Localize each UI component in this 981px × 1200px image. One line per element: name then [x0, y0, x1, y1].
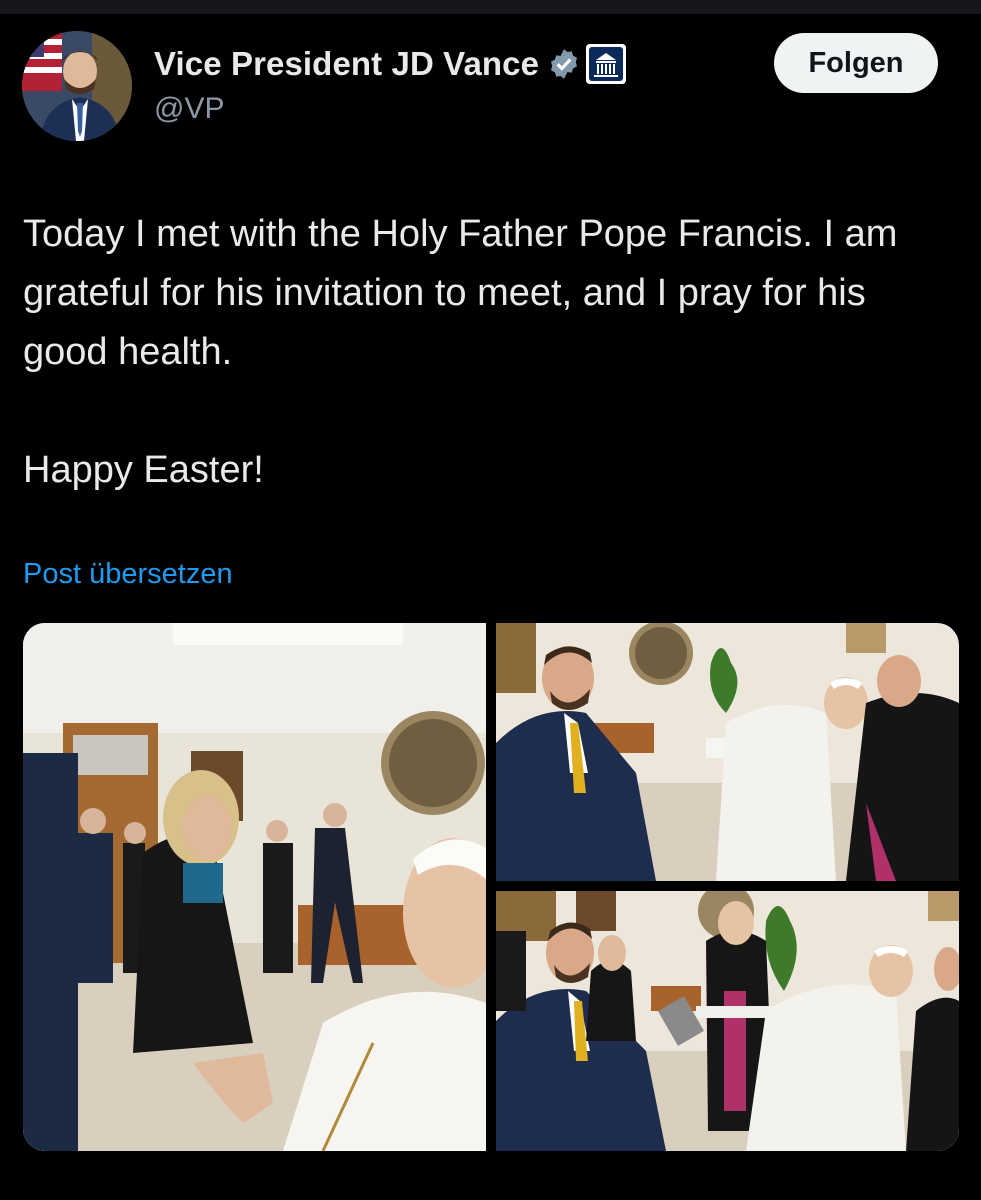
- photo-icon: [23, 623, 486, 1151]
- photo-2[interactable]: [496, 623, 959, 881]
- translate-post-link[interactable]: Post übersetzen: [23, 558, 233, 591]
- photo-icon: [496, 623, 959, 881]
- avatar[interactable]: [22, 31, 132, 141]
- photo-1[interactable]: [23, 623, 486, 1151]
- author-name-row: Vice President JD Vance: [154, 42, 627, 86]
- post-text: Today I met with the Holy Father Pope Fr…: [23, 213, 898, 491]
- author-handle[interactable]: @VP: [154, 92, 224, 126]
- avatar-image: [22, 31, 132, 141]
- verified-badge-icon: [551, 49, 578, 79]
- white-house-icon[interactable]: [586, 44, 627, 84]
- photo-icon: [496, 891, 959, 1151]
- photo-3[interactable]: [496, 891, 959, 1151]
- author-name[interactable]: Vice President JD Vance: [154, 45, 539, 83]
- post-header: Vice President JD Vance @VP Folgen: [0, 0, 981, 160]
- media-grid: [23, 623, 959, 1151]
- follow-button[interactable]: Folgen: [774, 33, 938, 93]
